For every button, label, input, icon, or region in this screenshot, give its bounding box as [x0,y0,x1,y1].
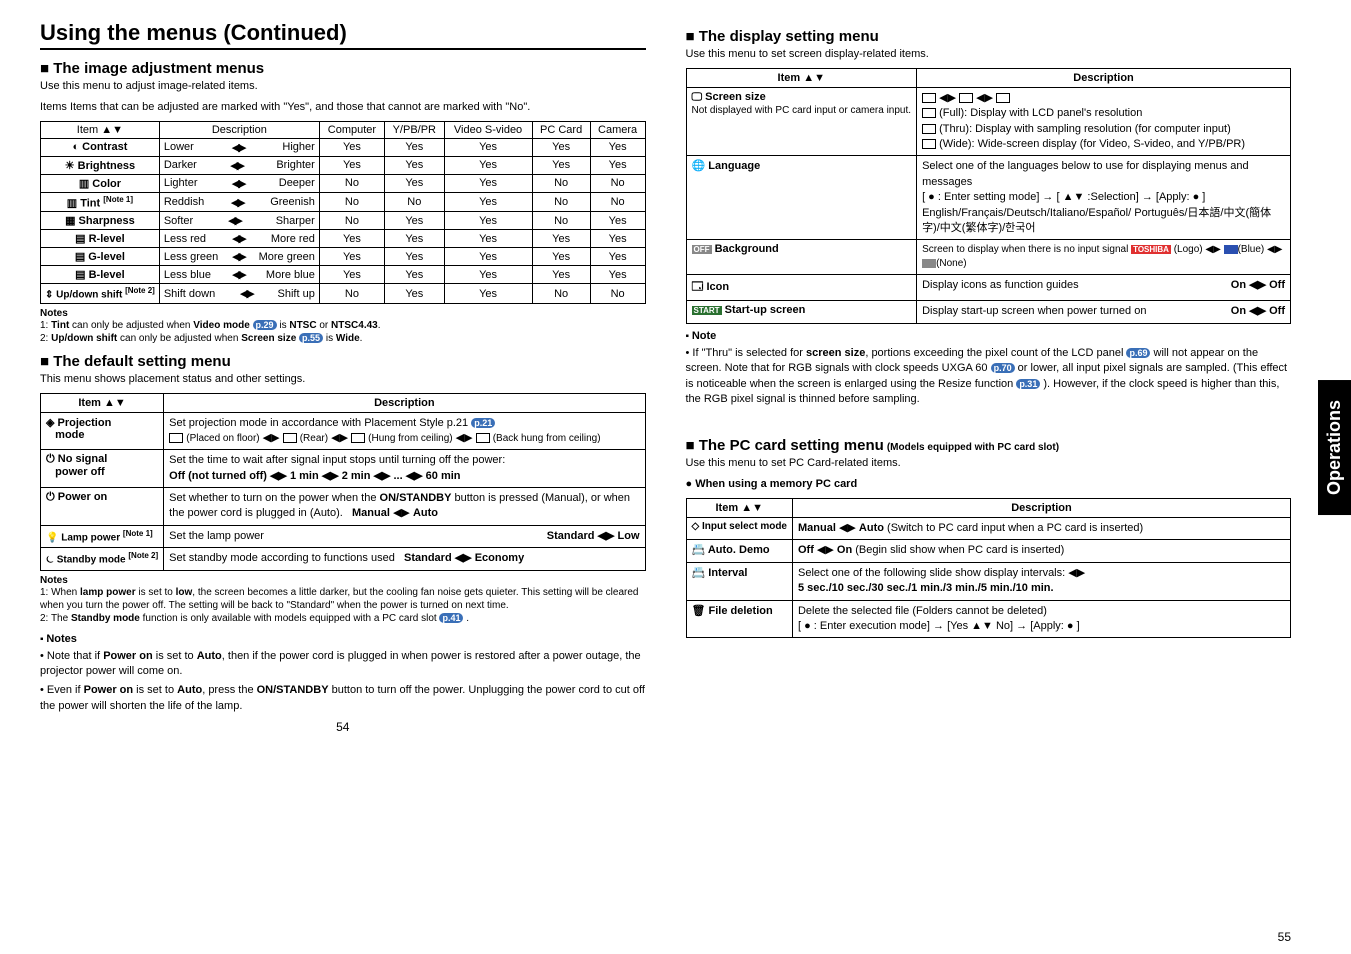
toshiba-logo-icon: TOSHIBA [1131,245,1171,254]
projector-icon [169,433,183,443]
image-adj-intro1: Use this menu to adjust image-related it… [40,79,646,94]
page-title: Using the menus (Continued) [40,20,646,50]
table-row: ▥ Tint [Note 1]Reddish◀▶GreenishNoNoYesN… [41,192,646,212]
leftright-icon: ◀▶ [232,141,245,154]
left-column: Using the menus (Continued) The image ad… [40,20,646,734]
image-note1: 1: Tint can only be adjusted when Video … [40,319,646,332]
table-row: ⏻ No signal power off Set the time to wa… [41,450,646,488]
table-row: ▤ R-levelLess red◀▶More redYesYesYesYesY… [41,230,646,248]
table-row: ⇕ Up/down shift [Note 2]Shift down◀▶Shif… [41,284,646,303]
updown-icon: ▲▼ [101,124,123,136]
table-row: OFF Background Screen to display when th… [686,240,1291,275]
table-row: START Start-up screen Display start-up s… [686,301,1291,323]
table-row: ☀ BrightnessDarker◀▶BrighterYesYesYesYes… [41,156,646,174]
display-note: If "Thru" is selected for screen size, p… [686,346,1292,408]
pccard-title: The PC card setting menu [686,437,884,454]
pccard-subhead: ● When using a memory PC card [686,477,1292,492]
image-adj-intro2: Items Items that can be adjusted are mar… [40,100,646,115]
notes2-title: Notes [40,633,646,645]
table-row: 🖵 Screen sizeNot displayed with PC card … [686,87,1291,156]
display-title: The display setting menu [686,28,1292,45]
default-note1: 1: When lamp power is set to low, the sc… [40,586,646,612]
table-row: ◈ Projection mode Set projection mode in… [41,412,646,450]
none-swatch-icon [922,259,936,268]
side-tab-operations: Operations [1318,380,1351,515]
default-intro: This menu shows placement status and oth… [40,372,646,387]
blue-swatch-icon [1224,245,1238,254]
table-row: ▥ ColorLighter◀▶DeeperNoYesYesNoNo [41,174,646,192]
table-row: 🌐 Language Select one of the languages b… [686,156,1291,240]
default-bullet1: Note that if Power on is set to Auto, th… [40,649,646,680]
pccard-table: Item ▲▼Description ◇ Input select modeMa… [686,498,1292,638]
table-row: ◇ Input select modeManual ◀▶ Auto (Switc… [686,518,1291,540]
table-row: 🗑 File deletionDelete the selected file … [686,600,1291,638]
pagenum-right: 55 [1278,930,1291,944]
default-bullet2: Even if Power on is set to Auto, press t… [40,683,646,714]
display-table: Item ▲▼Description 🖵 Screen sizeNot disp… [686,68,1292,324]
right-column: The display setting menu Use this menu t… [686,20,1322,734]
default-notes-title: Notes [40,575,646,586]
table-row: ⏾ Standby mode [Note 2] Set standby mode… [41,548,646,570]
default-title: The default setting menu [40,353,646,370]
display-note-title: Note [686,330,1292,342]
image-notes-title: Notes [40,308,646,319]
table-row: ▦ SharpnessSofter◀▶SharperNoYesYesNoYes [41,212,646,230]
image-adj-title: The image adjustment menus [40,60,646,77]
table-row: 📇 Auto. DemoOff ◀▶ On (Begin slid show w… [686,540,1291,562]
pccard-intro: Use this menu to set PC Card-related ite… [686,456,1292,471]
table-row: ▤ G-levelLess green◀▶More greenYesYesYes… [41,248,646,266]
image-adj-table: Item ▲▼ Description Computer Y/PB/PR Vid… [40,121,646,304]
image-note2: 2: Up/down shift can only be adjusted wh… [40,332,646,345]
default-table: Item ▲▼Description ◈ Projection mode Set… [40,393,646,571]
pccard-subtitle: (Models equipped with PC card slot) [887,442,1059,453]
pageref-icon: p.29 [253,320,277,330]
display-intro: Use this menu to set screen display-rela… [686,47,1292,62]
table-row: ⏻ Power on Set whether to turn on the po… [41,488,646,526]
default-note2: 2: The Standby mode function is only ava… [40,612,646,625]
table-row: 💡 Lamp power [Note 1] Set the lamp power… [41,525,646,547]
table-row: ◐ ContrastLower◀▶HigherYesYesYesYesYes [41,138,646,156]
table-row: 🗔 Icon Display icons as function guidesO… [686,275,1291,301]
table-row: 📇 IntervalSelect one of the following sl… [686,562,1291,600]
table-row: ▤ B-levelLess blue◀▶More blueYesYesYesYe… [41,266,646,284]
pagenum-left: 54 [40,720,646,734]
